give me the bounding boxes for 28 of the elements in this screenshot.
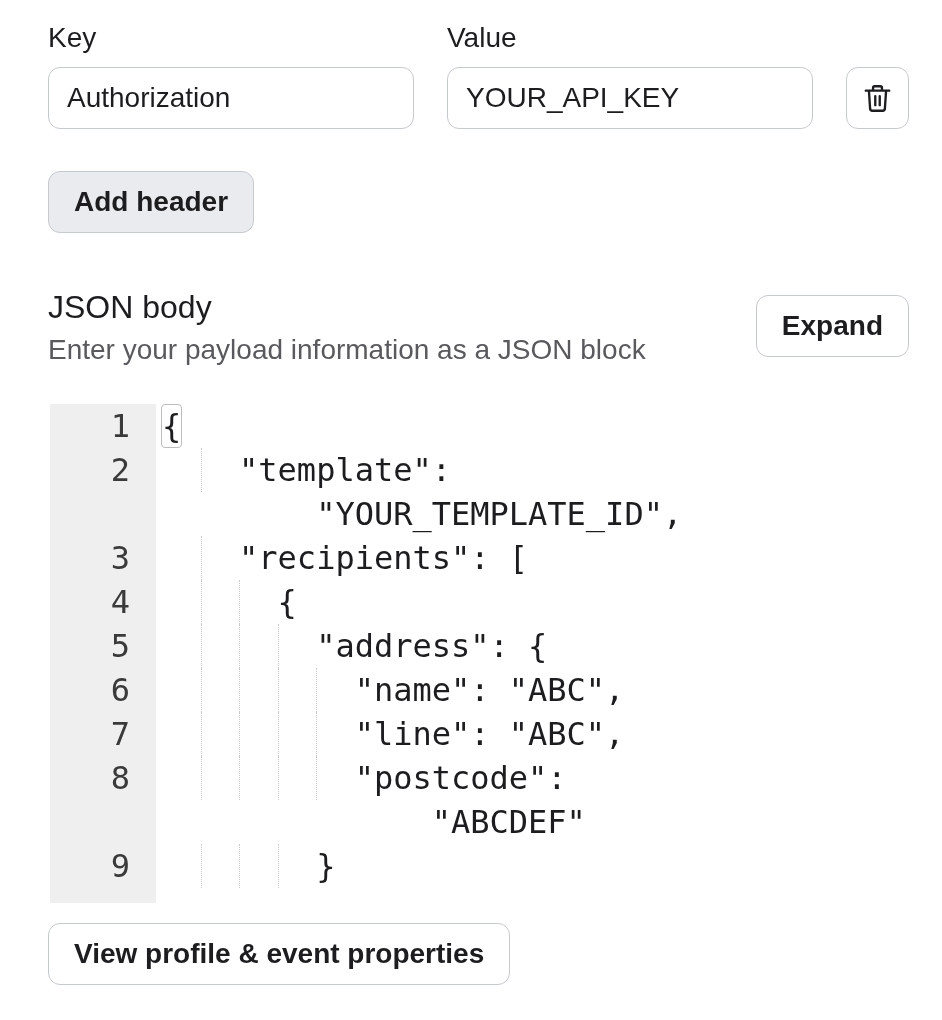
line-number: 4: [110, 583, 130, 621]
trash-icon: [864, 83, 891, 113]
field-label: Key: [48, 21, 97, 55]
line-number: 5: [110, 627, 130, 665]
add-header-button[interactable]: Add header: [48, 171, 255, 233]
code-line: }: [316, 847, 336, 885]
code-line: {: [277, 583, 297, 621]
code-line: "postcode": "ABCDEF": [354, 759, 586, 841]
code-line: "name": "ABC",: [354, 671, 625, 709]
section-title: JSON body: [48, 288, 212, 326]
line-number: 7: [110, 715, 130, 753]
line-number: 6: [110, 671, 130, 709]
line-number: 9: [110, 847, 130, 885]
line-number: 8: [110, 759, 130, 797]
field-label: Value: [447, 21, 517, 55]
line-number: 2: [110, 451, 130, 489]
delete-button[interactable]: [846, 67, 909, 129]
value-input[interactable]: YOUR_API_KEY: [447, 67, 813, 129]
line-number: 3: [110, 539, 130, 577]
code-line: "recipients": [: [239, 539, 529, 577]
code-line: "line": "ABC",: [354, 715, 625, 753]
code-line: "template": "YOUR_TEMPLATE_ID",: [239, 451, 683, 533]
expand-button[interactable]: Expand: [755, 295, 909, 357]
section-description: Enter your payload information as a JSON block: [48, 333, 646, 367]
line-number: 1: [110, 407, 130, 445]
code-line: "address": {: [316, 627, 548, 665]
view-properties-button[interactable]: View profile & event properties: [48, 923, 511, 985]
key-input[interactable]: Authorization: [48, 67, 414, 129]
